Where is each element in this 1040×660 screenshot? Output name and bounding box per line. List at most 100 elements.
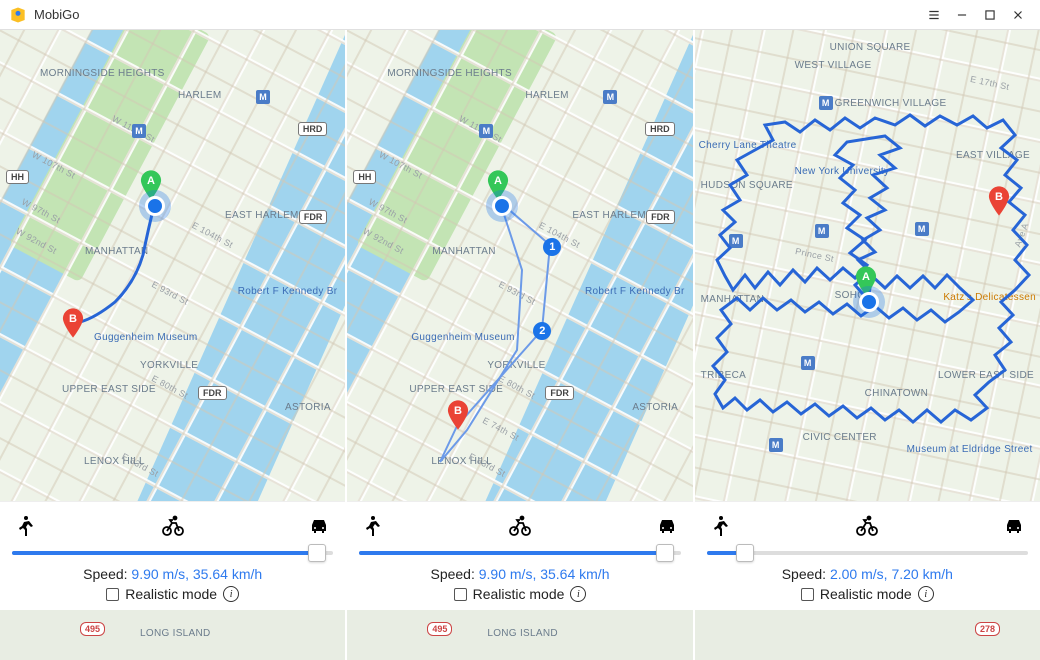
map-poi-label: Robert F Kennedy Br — [238, 286, 338, 297]
svg-text:B: B — [454, 405, 462, 417]
hwy-badge: HRD — [298, 122, 328, 136]
map-label: MANHATTAN — [85, 246, 148, 257]
metro-icon — [603, 90, 617, 104]
info-icon[interactable]: i — [918, 586, 934, 602]
bike-icon[interactable] — [853, 512, 881, 540]
map-poi-label: Guggenheim Museum — [411, 332, 514, 343]
svg-text:A: A — [494, 175, 502, 187]
metro-icon — [479, 124, 493, 138]
metro-icon — [915, 222, 929, 236]
map-label: HUDSON SQUARE — [701, 180, 793, 191]
map-label: CIVIC CENTER — [803, 432, 877, 443]
walk-icon[interactable] — [12, 512, 40, 540]
map-label: EAST VILLAGE — [956, 150, 1030, 161]
metro-icon — [729, 234, 743, 248]
map-label: HARLEM — [178, 90, 221, 101]
hwy-badge: HH — [6, 170, 29, 184]
map-poi-label: New York University — [795, 166, 890, 177]
panel-2: MORNINGSIDE HEIGHTS HARLEM EAST HARLEM M… — [347, 30, 694, 610]
walk-icon[interactable] — [707, 512, 735, 540]
titlebar: MobiGo — [0, 0, 1040, 30]
walk-icon[interactable] — [359, 512, 387, 540]
hwy-shield: 495 — [80, 622, 105, 636]
hwy-badge: HH — [353, 170, 376, 184]
map-label: YORKVILLE — [487, 360, 545, 371]
realistic-label: Realistic mode — [820, 586, 912, 602]
metro-icon — [801, 356, 815, 370]
pin-b-icon: B — [62, 308, 84, 338]
speed-readout: Speed: 9.90 m/s, 35.64 km/h — [359, 566, 680, 582]
bike-icon[interactable] — [159, 512, 187, 540]
realistic-checkbox[interactable] — [801, 588, 814, 601]
map-label: LONG ISLAND — [140, 628, 211, 639]
speed-readout: Speed: 9.90 m/s, 35.64 km/h — [12, 566, 333, 582]
metro-icon — [819, 96, 833, 110]
map-label: MORNINGSIDE HEIGHTS — [387, 68, 512, 79]
speed-readout: Speed: 2.00 m/s, 7.20 km/h — [707, 566, 1028, 582]
hwy-shield: 495 — [427, 622, 452, 636]
menu-button[interactable] — [920, 1, 948, 29]
metro-icon — [815, 224, 829, 238]
panel-3: WEST VILLAGE UNION SQUARE GREENWICH VILL… — [695, 30, 1040, 610]
map-label: MANHATTAN — [701, 294, 764, 305]
hwy-badge: FDR — [646, 210, 675, 224]
metro-icon — [132, 124, 146, 138]
map-label: EAST HARLEM — [225, 210, 299, 221]
map-label: YORKVILLE — [140, 360, 198, 371]
map-label: ASTORIA — [632, 402, 678, 413]
map-label: EAST HARLEM — [572, 210, 646, 221]
panel-1: MORNINGSIDE HEIGHTS HARLEM EAST HARLEM M… — [0, 30, 347, 610]
map-poi-label: Cherry Lane Theatre — [699, 140, 797, 151]
speed-slider[interactable] — [707, 546, 1028, 560]
hwy-badge: HRD — [645, 122, 675, 136]
map-label: GREENWICH VILLAGE — [835, 98, 947, 109]
bottom-map-strip: 495 LONG ISLAND 495 LONG ISLAND 278 — [0, 610, 1040, 660]
current-location-icon — [859, 292, 879, 312]
car-icon[interactable] — [1000, 512, 1028, 540]
map-poi-label: Guggenheim Museum — [94, 332, 197, 343]
speed-slider[interactable] — [359, 546, 680, 560]
app-title: MobiGo — [34, 7, 80, 22]
car-icon[interactable] — [653, 512, 681, 540]
map-label: MORNINGSIDE HEIGHTS — [40, 68, 165, 79]
realistic-label: Realistic mode — [473, 586, 565, 602]
realistic-checkbox[interactable] — [106, 588, 119, 601]
app-logo-icon — [8, 5, 28, 25]
hwy-badge: FDR — [198, 386, 227, 400]
map-2[interactable]: MORNINGSIDE HEIGHTS HARLEM EAST HARLEM M… — [347, 30, 692, 501]
map-label: ASTORIA — [285, 402, 331, 413]
info-icon[interactable]: i — [223, 586, 239, 602]
pin-b-icon: B — [988, 186, 1010, 216]
map-label: UPPER EAST SIDE — [62, 384, 156, 395]
speed-slider[interactable] — [12, 546, 333, 560]
realistic-label: Realistic mode — [125, 586, 217, 602]
hwy-shield: 278 — [975, 622, 1000, 636]
controls-2: Speed: 9.90 m/s, 35.64 km/h Realistic mo… — [347, 501, 692, 610]
map-poi-label: Katz's Delicatessen — [943, 292, 1036, 303]
maximize-button[interactable] — [976, 1, 1004, 29]
map-label: LOWER EAST SIDE — [938, 370, 1034, 381]
svg-text:A: A — [862, 271, 870, 283]
controls-3: Speed: 2.00 m/s, 7.20 km/h Realistic mod… — [695, 501, 1040, 610]
close-button[interactable] — [1004, 1, 1032, 29]
hwy-badge: FDR — [545, 386, 574, 400]
info-icon[interactable]: i — [570, 586, 586, 602]
map-3[interactable]: WEST VILLAGE UNION SQUARE GREENWICH VILL… — [695, 30, 1040, 501]
bike-icon[interactable] — [506, 512, 534, 540]
car-icon[interactable] — [305, 512, 333, 540]
svg-text:B: B — [69, 313, 77, 325]
realistic-checkbox[interactable] — [454, 588, 467, 601]
controls-1: Speed: 9.90 m/s, 35.64 km/h Realistic mo… — [0, 501, 345, 610]
svg-text:B: B — [995, 191, 1003, 203]
map-label: CHINATOWN — [865, 388, 928, 399]
map-label: LONG ISLAND — [487, 628, 558, 639]
svg-text:A: A — [147, 175, 155, 187]
minimize-button[interactable] — [948, 1, 976, 29]
map-label: HARLEM — [525, 90, 568, 101]
map-label: UPPER EAST SIDE — [409, 384, 503, 395]
map-label: TRIBECA — [701, 370, 746, 381]
map-poi-label: Robert F Kennedy Br — [585, 286, 685, 297]
map-label: WEST VILLAGE — [795, 60, 872, 71]
map-1[interactable]: MORNINGSIDE HEIGHTS HARLEM EAST HARLEM M… — [0, 30, 345, 501]
pin-b-icon: B — [447, 400, 469, 430]
